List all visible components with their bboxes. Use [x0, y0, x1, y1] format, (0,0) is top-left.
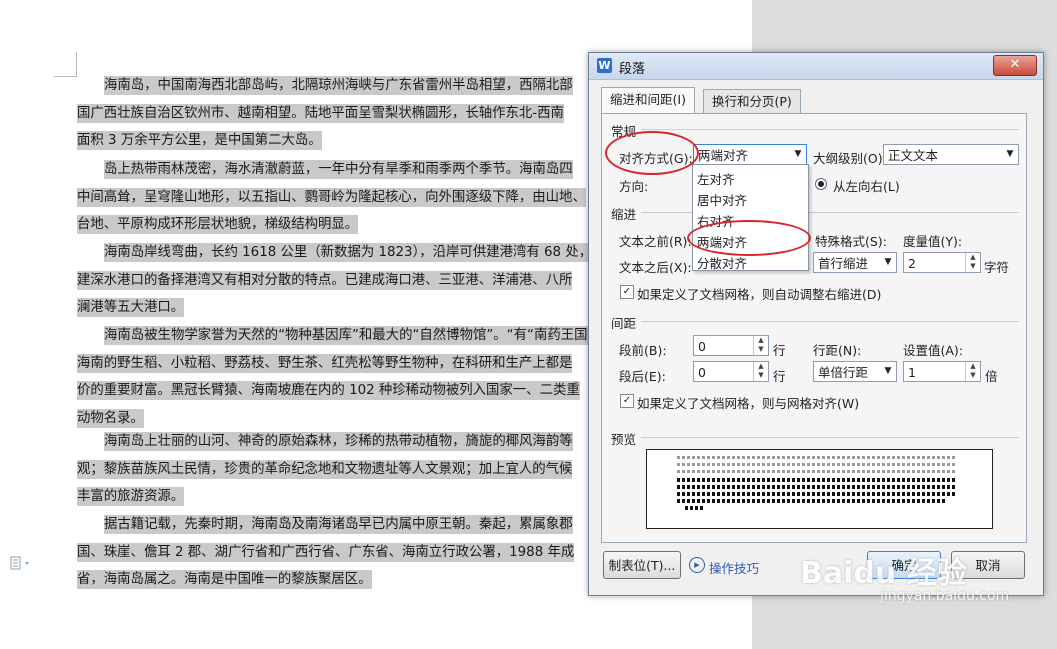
space-after-value: 0 — [698, 365, 706, 380]
measure-label: 度量值(Y): — [903, 234, 963, 249]
section-indent: 缩进 — [611, 207, 637, 222]
ltr-radio[interactable] — [815, 178, 827, 190]
section-divider — [641, 129, 1019, 130]
alignment-value: 两端对齐 — [698, 148, 749, 163]
spinner-icon[interactable]: ▲ ▼ — [753, 362, 768, 381]
wps-writer-icon: W — [597, 58, 612, 73]
line-spacing-label: 行距(N): — [813, 343, 862, 358]
preview-line — [685, 506, 705, 510]
preview-line — [677, 456, 957, 459]
alignment-option-left[interactable]: 左对齐 — [697, 169, 735, 188]
outline-level-label: 大纲级别(O): — [813, 151, 887, 166]
tabs-button[interactable]: 制表位(T)... — [603, 551, 681, 579]
play-icon[interactable]: ▶ — [689, 557, 705, 573]
tips-link[interactable]: 操作技巧 — [709, 558, 759, 577]
space-before-value: 0 — [698, 339, 706, 354]
measure-input[interactable]: 2 ▲ ▼ — [903, 252, 981, 273]
line-spacing-select[interactable]: 单倍行距 ▼ — [813, 361, 897, 382]
alignment-select[interactable]: 两端对齐 ▼ — [693, 144, 807, 165]
spinner-icon[interactable]: ▲ ▼ — [965, 362, 980, 381]
spinner-icon[interactable]: ▲ ▼ — [965, 253, 980, 272]
line-spacing-value: 单倍行距 — [818, 365, 869, 380]
paragraph-preview — [646, 449, 993, 529]
preview-line — [677, 470, 957, 473]
annotation-circle — [687, 220, 811, 256]
preview-line — [677, 492, 957, 496]
close-button[interactable]: ✕ — [993, 55, 1037, 76]
direction-label: 方向: — [619, 179, 649, 194]
indent-before-label: 文本之前(R): — [619, 234, 692, 249]
baidu-watermark: Baidu 经验 — [800, 556, 967, 591]
ltr-label: 从左向右(L) — [833, 179, 900, 194]
space-after-unit[interactable]: 行 — [773, 366, 786, 385]
outline-level-select[interactable]: 正文文本 ▼ — [883, 144, 1019, 165]
preview-line — [677, 463, 957, 466]
preview-line — [677, 485, 957, 489]
setting-unit: 倍 — [985, 369, 998, 384]
space-after-input[interactable]: 0 ▲ ▼ — [693, 361, 769, 382]
annotation-circle — [605, 131, 699, 175]
measure-value: 2 — [908, 256, 916, 271]
indent-after-label: 文本之后(X): — [619, 260, 692, 275]
auto-indent-checkbox[interactable]: ✓ — [620, 285, 634, 299]
section-divider — [641, 437, 1019, 438]
special-format-value: 首行缩进 — [818, 256, 869, 271]
alignment-option-center[interactable]: 居中对齐 — [697, 190, 747, 209]
section-preview: 预览 — [611, 432, 637, 447]
outline-level-value: 正文文本 — [888, 148, 939, 163]
dialog-titlebar[interactable]: W 段落 ✕ — [589, 53, 1043, 80]
chevron-down-icon[interactable]: ▼ — [880, 362, 896, 381]
baidu-watermark-url: jingyan.baidu.com — [880, 588, 1010, 604]
preview-line — [677, 478, 957, 482]
snap-grid-label: 如果定义了文档网格，则与网格对齐(W) — [637, 396, 860, 411]
alignment-option-distributed[interactable]: 分散对齐 — [697, 253, 747, 272]
setting-label: 设置值(A): — [903, 343, 964, 358]
special-format-label: 特殊格式(S): — [815, 234, 887, 249]
snap-grid-checkbox[interactable]: ✓ — [620, 394, 634, 408]
section-divider — [641, 321, 1019, 322]
dialog-title: 段落 — [619, 62, 646, 77]
spinner-icon[interactable]: ▲ ▼ — [753, 336, 768, 355]
chevron-down-icon[interactable]: ▼ — [790, 145, 806, 164]
special-format-select[interactable]: 首行缩进 ▼ — [813, 252, 897, 273]
chevron-down-icon[interactable]: ▼ — [1002, 145, 1018, 164]
setting-value: 1 — [908, 365, 916, 380]
measure-unit[interactable]: 字符 — [984, 257, 1009, 276]
space-before-label: 段前(B): — [619, 343, 667, 358]
margin-corner-mark — [54, 52, 77, 77]
tab-indent-spacing[interactable]: 缩进和间距(I) — [601, 87, 695, 114]
chevron-down-icon[interactable]: ▼ — [880, 253, 896, 272]
section-spacing: 间距 — [611, 316, 637, 331]
document-options-icon[interactable] — [10, 556, 34, 572]
space-after-label: 段后(E): — [619, 369, 666, 384]
auto-indent-label: 如果定义了文档网格，则自动调整右缩进(D) — [637, 287, 882, 302]
space-before-unit[interactable]: 行 — [773, 340, 786, 359]
space-before-input[interactable]: 0 ▲ ▼ — [693, 335, 769, 356]
preview-line — [677, 499, 947, 503]
tab-line-page-breaks[interactable]: 换行和分页(P) — [703, 89, 801, 114]
setting-input[interactable]: 1 ▲ ▼ — [903, 361, 981, 382]
